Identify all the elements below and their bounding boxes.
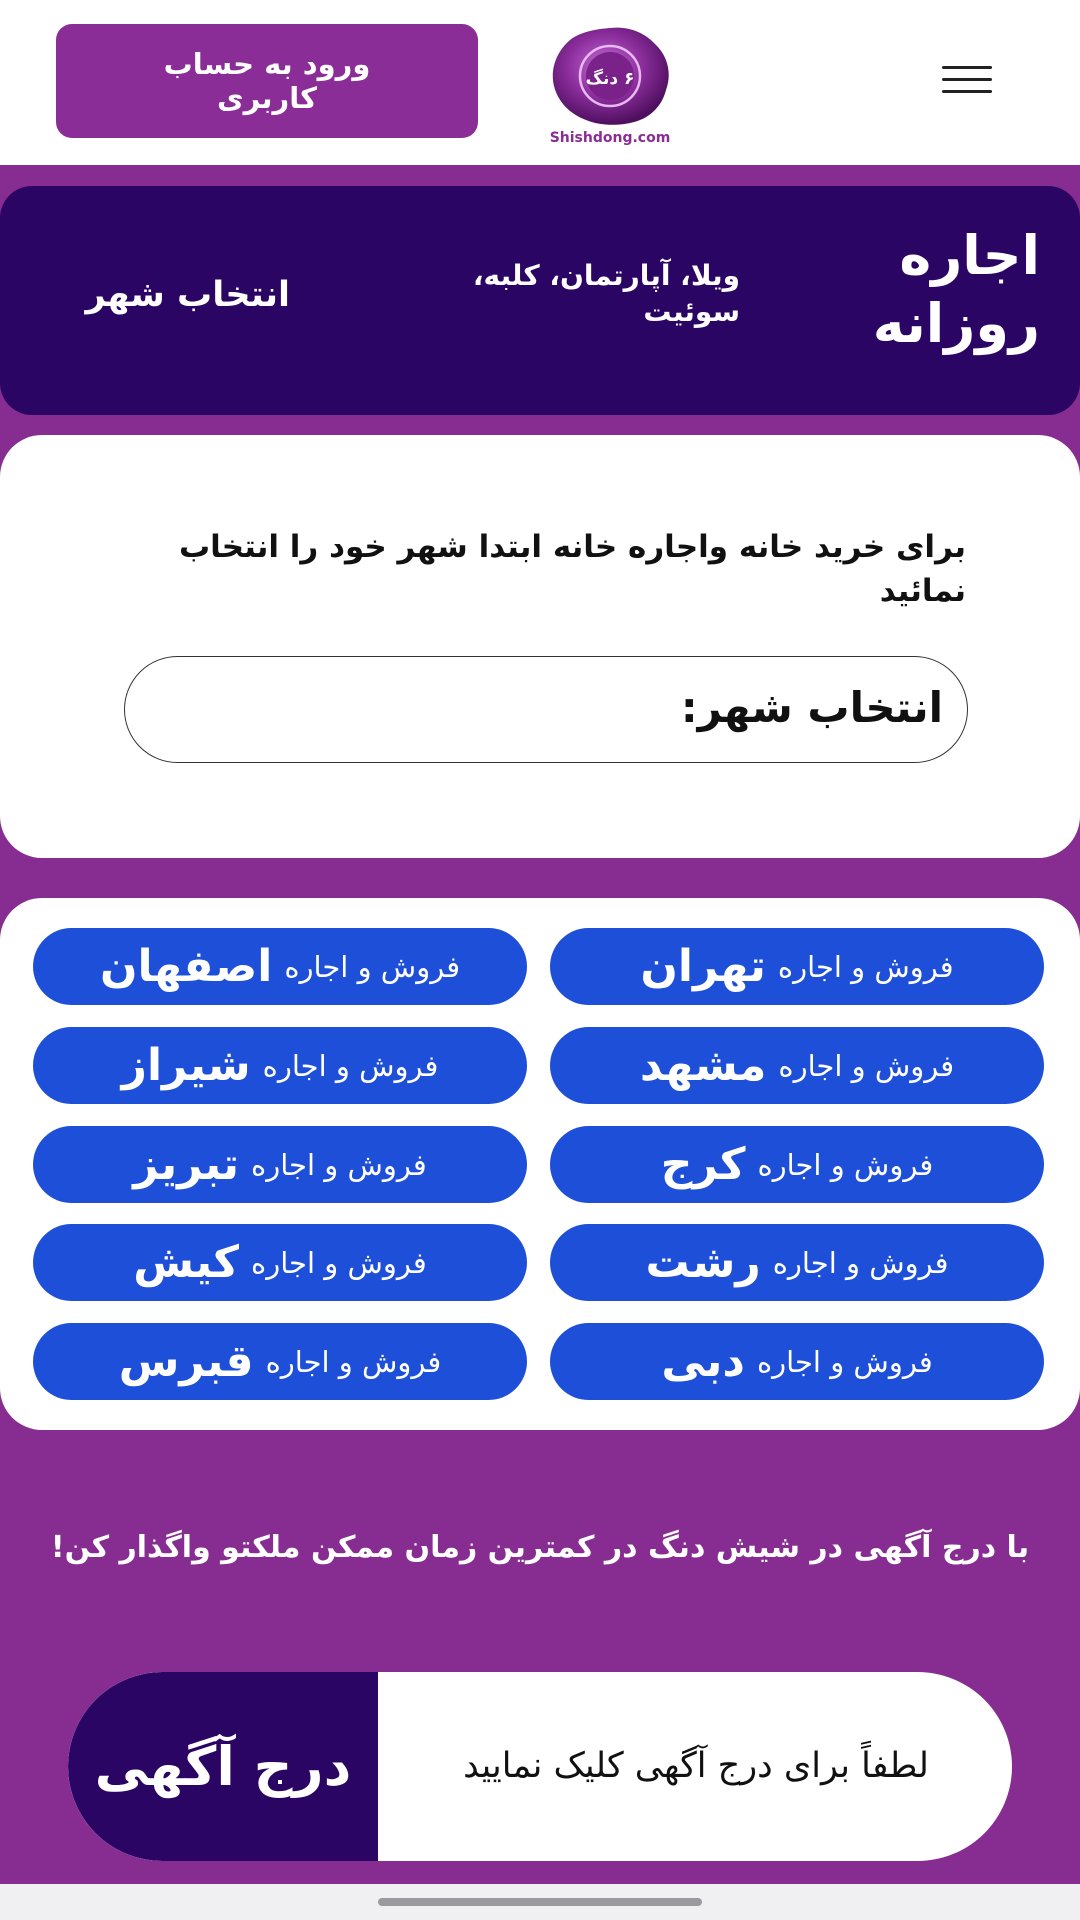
- wax-seal-icon: ۶ دنگ Shishdong.com: [550, 27, 671, 146]
- city-button-prefix: فروش و اجاره: [251, 1245, 427, 1280]
- city-button-prefix: فروش و اجاره: [777, 949, 954, 984]
- city-button-tehran[interactable]: فروش و اجاره تهران: [550, 928, 1044, 1005]
- city-button-prefix: فروش و اجاره: [772, 1245, 949, 1280]
- city-button-name: شیراز: [121, 1040, 251, 1091]
- post-ad-button[interactable]: درج آگهی لطفاً برای درج آگهی کلیک نمایید: [68, 1672, 1012, 1861]
- cities-card: فروش و اجاره تهران فروش و اجاره اصفهان ف…: [0, 898, 1080, 1430]
- hamburger-icon[interactable]: [930, 58, 1005, 100]
- city-button-karaj[interactable]: فروش و اجاره کرج: [550, 1126, 1044, 1203]
- site-logo[interactable]: ۶ دنگ Shishdong.com: [540, 22, 680, 147]
- city-button-prefix: فروش و اجاره: [756, 1344, 933, 1379]
- post-ad-hint: لطفاً برای درج آگهی کلیک نمایید: [463, 1746, 929, 1786]
- city-select-instruction: برای خرید خانه واجاره خانه ابتدا شهر خود…: [178, 529, 966, 609]
- city-button-name: کرج: [660, 1139, 746, 1190]
- city-button-name: دبی: [661, 1336, 745, 1387]
- city-button-name: مشهد: [639, 1040, 767, 1091]
- banner-city-link[interactable]: انتخاب شهر: [30, 268, 290, 328]
- city-button-kish[interactable]: فروش و اجاره کیش: [33, 1224, 527, 1301]
- city-button-isfahan[interactable]: فروش و اجاره اصفهان: [33, 928, 527, 1005]
- city-button-tabriz[interactable]: فروش و اجاره تبریز: [33, 1126, 527, 1203]
- city-button-shiraz[interactable]: فروش و اجاره شیراز: [33, 1027, 527, 1104]
- login-button-label: ورود به حساب کاربری: [163, 47, 371, 115]
- city-button-name: قبرس: [118, 1336, 254, 1387]
- city-button-prefix: فروش و اجاره: [262, 1048, 439, 1083]
- city-button-cyprus[interactable]: فروش و اجاره قبرس: [33, 1323, 527, 1400]
- city-select-field[interactable]: انتخاب شهر:: [124, 656, 968, 763]
- city-button-prefix: فروش و اجاره: [265, 1344, 442, 1379]
- login-button[interactable]: ورود به حساب کاربری: [56, 24, 478, 138]
- promo-text: با درج آگهی در شیش دنگ در کمترین زمان مم…: [50, 1530, 1030, 1565]
- city-button-prefix: فروش و اجاره: [284, 949, 461, 984]
- city-button-name: رشت: [645, 1237, 761, 1288]
- city-button-name: تبریز: [133, 1139, 240, 1190]
- city-button-name: اصفهان: [99, 941, 273, 992]
- city-button-dubai[interactable]: فروش و اجاره دبی: [550, 1323, 1044, 1400]
- city-button-name: تهران: [640, 941, 766, 992]
- logo-seal-text: ۶ دنگ: [586, 68, 635, 89]
- city-button-prefix: فروش و اجاره: [251, 1147, 427, 1182]
- city-button-prefix: فروش و اجاره: [778, 1048, 955, 1083]
- city-button-prefix: فروش و اجاره: [757, 1147, 934, 1182]
- city-button-rasht[interactable]: فروش و اجاره رشت: [550, 1224, 1044, 1301]
- banner-title: اجاره روزانه: [872, 224, 1040, 355]
- city-button-name: کیش: [133, 1237, 240, 1288]
- logo-site-text: Shishdong.com: [550, 130, 671, 146]
- banner-subtitle: ویلا، آپارتمان، کلبه، سوئیت: [472, 259, 740, 328]
- post-ad-label: درج آگهی: [94, 1735, 352, 1798]
- city-button-mashhad[interactable]: فروش و اجاره مشهد: [550, 1027, 1044, 1104]
- home-indicator[interactable]: [378, 1898, 702, 1906]
- city-select-card: [0, 435, 1080, 858]
